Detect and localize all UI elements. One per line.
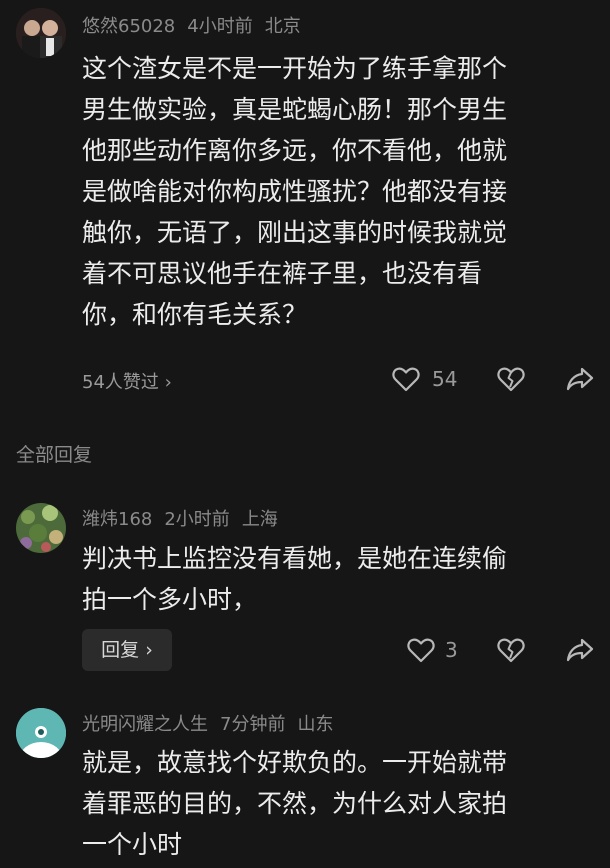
share-arrow-icon[interactable] <box>566 366 594 392</box>
location: 上海 <box>241 509 278 530</box>
timestamp: 4小时前 <box>187 16 253 37</box>
default-avatar-icon <box>16 708 66 758</box>
username[interactable]: 潍炜168 <box>82 509 152 530</box>
comment-meta: 潍炜168 2小时前 上海 <box>82 505 290 531</box>
comment-text-line: 着不可思议他手在裤子里，也没有看 <box>82 259 483 288</box>
reply-button[interactable]: 回复 › <box>82 629 172 671</box>
comment-text-line: 着罪恶的目的，不然，为什么对人家拍 <box>82 789 508 818</box>
comment-text-line: 男生做实验，真是蛇蝎心肠！那个男生 <box>82 95 508 124</box>
avatar-photo-icon <box>16 503 66 553</box>
timestamp: 2小时前 <box>164 509 230 530</box>
username[interactable]: 悠然65028 <box>82 16 175 37</box>
broken-heart-icon[interactable] <box>497 637 525 663</box>
comment-text-line: 你，和你有毛关系？ <box>82 300 308 329</box>
heart-outline-icon[interactable] <box>407 637 435 663</box>
comment-text-line: 是做啥能对你构成性骚扰？他都没有接 <box>82 177 508 206</box>
share-arrow-icon[interactable] <box>566 637 594 663</box>
avatar[interactable] <box>16 8 66 58</box>
section-title: 全部回复 <box>16 444 93 466</box>
comment-actions: 54人赞过 › 54 <box>0 360 610 400</box>
comment-text-line: 触你，无语了，刚出这事的时候我就觉 <box>82 218 508 247</box>
avatar[interactable] <box>16 708 66 758</box>
comment-text[interactable]: 就是，故意找个好欺负的。一开始就带 着罪恶的目的，不然，为什么对人家拍 一个小时 <box>82 742 582 865</box>
comment-text-line: 拍一个多小时， <box>82 585 258 614</box>
location: 北京 <box>264 16 301 37</box>
broken-heart-icon[interactable] <box>497 366 525 392</box>
avatar[interactable] <box>16 503 66 553</box>
comment-text-line: 他那些动作离你多远，你不看他，他就 <box>82 136 508 165</box>
like-count: 3 <box>445 638 458 662</box>
location: 山东 <box>297 714 334 735</box>
reply-comment: 潍炜168 2小时前 上海 判决书上监控没有看她，是她在连续偷 拍一个多小时， 回复… <box>0 495 610 680</box>
timestamp: 7分钟前 <box>220 714 286 735</box>
likes-link[interactable]: 54人赞过 › <box>82 368 172 394</box>
comment-text-line: 这个渣女是不是一开始为了练手拿那个 <box>82 54 508 83</box>
username[interactable]: 光明闪耀之人生 <box>82 714 208 735</box>
comment-meta: 悠然65028 4小时前 北京 <box>82 12 313 38</box>
reply-comment: 光明闪耀之人生 7分钟前 山东 就是，故意找个好欺负的。一开始就带 着罪恶的目的，不… <box>0 700 610 868</box>
avatar-photo-icon <box>16 8 66 58</box>
main-comment: 悠然65028 4小时前 北京 这个渣女是不是一开始为了练手拿那个 男生做实验，真是… <box>0 0 610 420</box>
heart-outline-icon[interactable] <box>392 366 420 392</box>
comment-text[interactable]: 判决书上监控没有看她，是她在连续偷 拍一个多小时， <box>82 538 582 620</box>
comment-meta: 光明闪耀之人生 7分钟前 山东 <box>82 710 345 736</box>
comment-text-line: 就是，故意找个好欺负的。一开始就带 <box>82 748 508 777</box>
like-count: 54 <box>432 367 458 391</box>
comment-text[interactable]: 这个渣女是不是一开始为了练手拿那个 男生做实验，真是蛇蝎心肠！那个男生 他那些动… <box>82 48 582 335</box>
comment-text-line: 一个小时 <box>82 830 183 859</box>
comment-text-line: 判决书上监控没有看她，是她在连续偷 <box>82 544 508 573</box>
